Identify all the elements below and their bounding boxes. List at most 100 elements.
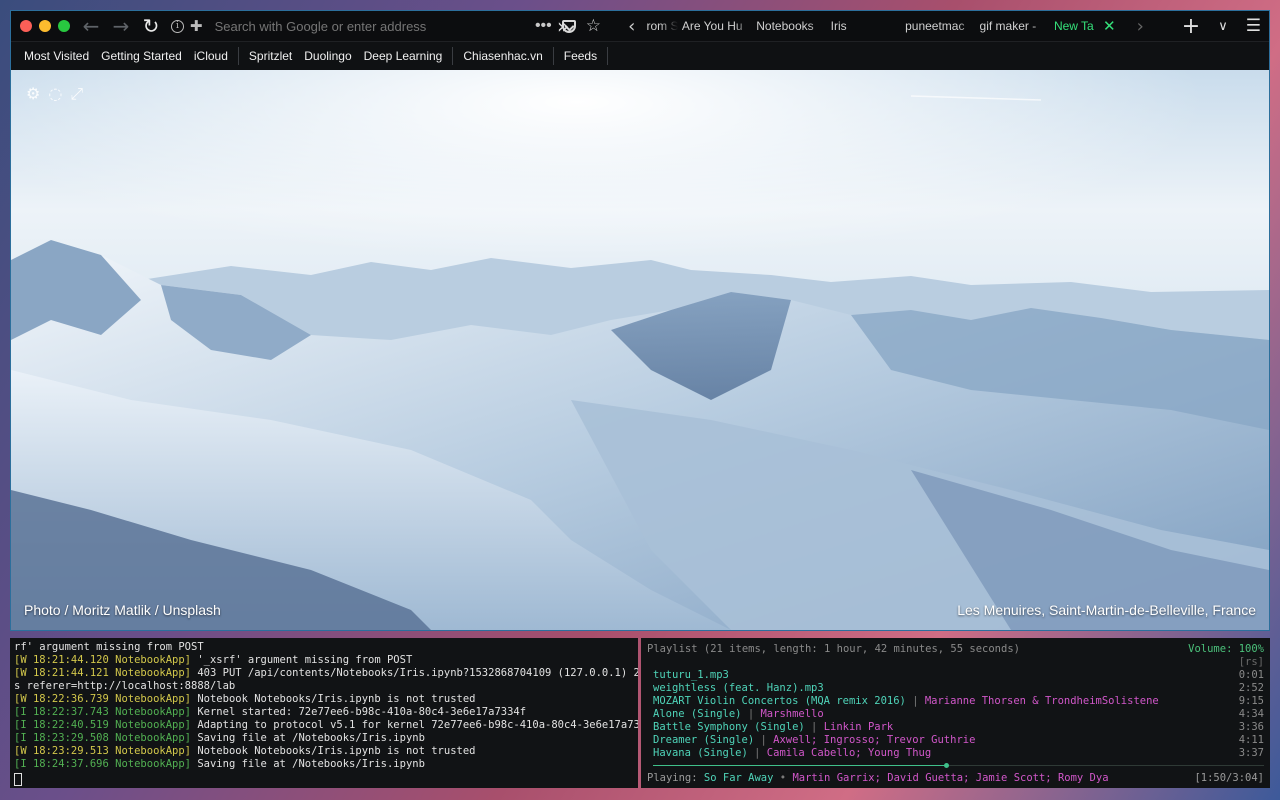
close-tab-icon[interactable]: ✕ [1103,17,1116,35]
forward-arrow-icon[interactable]: → [106,11,136,41]
bookmarks-toolbar: Most Visited Getting Started iCloud Spri… [11,41,1269,70]
tab-strip: ‹ rom So Are You Hu Notebooks Iris punee… [621,11,1151,41]
playlist-item[interactable]: MOZART Violin Concertos (MQA remix 2016)… [653,695,1264,708]
track-separator: | [754,734,774,746]
extension-puzzle-icon[interactable]: ✚ [190,17,203,35]
track-title: weightless (feat. Hanz).mp3 [653,682,824,694]
zoom-window-button[interactable] [58,20,70,32]
playlist-flags: [rs] [1238,656,1264,668]
log-line: [I 18:23:29.508 NotebookApp] Saving file… [14,732,634,745]
photo-credit-link[interactable]: Photo / Moritz Matlik / Unsplash [24,602,221,618]
playlist-item[interactable]: Alone (Single) | Marshmello 4:34 [653,708,1264,721]
bookmark-chiasenhac[interactable]: Chiasenhac.vn [457,47,548,65]
playing-label: Playing: [647,772,698,784]
track-artist: Axwell; Ingrosso; Trevor Guthrie [773,734,976,746]
tab-scroll-right-icon[interactable]: › [1130,16,1151,37]
bookmark-icloud[interactable]: iCloud [188,47,234,65]
track-artist: Marianne Thorsen & TrondheimSolistene [924,695,1159,707]
photo-controls: ⚙ ◌ ⤢ [26,84,83,104]
window-controls [20,20,70,32]
track-title: Alone (Single) [653,708,742,720]
settings-gear-icon[interactable]: ⚙ [26,84,40,104]
track-separator: | [741,708,761,720]
track-duration: 3:37 [1238,747,1264,759]
bookmark-duolingo[interactable]: Duolingo [298,47,357,65]
playlist-items: tuturu_1.mp3 0:01 weightless (feat. Hanz).… [653,669,1264,760]
reload-icon[interactable]: ↻ [136,11,166,41]
hamburger-menu-icon[interactable]: ☰ [1246,16,1261,36]
bookmark-getting-started[interactable]: Getting Started [95,47,188,65]
track-duration: 3:36 [1238,721,1264,733]
log-line: s referer=http://localhost:8888/lab [14,680,634,693]
info-icon[interactable]: i [171,19,184,33]
tab-active[interactable]: New Ta [1050,19,1099,33]
log-prefix: [I 18:24:37.696 NotebookApp] [14,758,192,770]
tab[interactable]: Notebooks [752,19,827,33]
address-bar: i ✚ ••• ☆ [171,14,601,38]
playlist-summary: Playlist (21 items, length: 1 hour, 42 m… [647,643,1020,655]
tab[interactable]: puneetmac [901,19,976,33]
bookmark-star-icon[interactable]: ☆ [586,16,601,36]
photo-location-link[interactable]: Les Menuires, Saint-Martin-de-Belleville… [957,602,1256,618]
now-playing-separator: • [779,772,787,784]
log-message: Saving file at /Notebooks/Iris.ipynb [191,758,425,770]
mountain-landscape-image [11,70,1269,630]
expand-fullscreen-icon[interactable]: ⤢ [70,84,83,104]
log-prefix: [W 18:21:44.120 NotebookApp] [14,654,192,666]
playlist-item[interactable]: Battle Symphony (Single) | Linkin Park 3:… [653,721,1264,734]
log-prefix: [I 18:22:40.519 NotebookApp] [14,719,192,731]
page-actions-dots-icon[interactable]: ••• [535,17,552,35]
bookmark-separator [552,47,554,65]
log-line: [W 18:22:36.739 NotebookApp] Notebook No… [14,693,634,706]
bookmark-most-visited[interactable]: Most Visited [18,47,95,65]
log-prefix: [W 18:21:44.121 NotebookApp] [14,667,192,679]
log-line: [W 18:23:29.513 NotebookApp] Notebook No… [14,745,634,758]
track-separator: | [747,747,767,759]
track-separator: | [905,695,925,707]
url-input[interactable] [214,18,529,34]
tab[interactable]: Are You Hu [678,19,753,33]
log-message: Notebook Notebooks/Iris.ipynb is not tru… [191,693,476,705]
playback-progress-knob[interactable] [944,763,950,768]
playback-progress-bar[interactable] [653,762,1264,768]
track-duration: 2:52 [1238,682,1264,694]
minimize-window-button[interactable] [39,20,51,32]
bookmark-feeds[interactable]: Feeds [558,47,603,65]
tab[interactable]: Iris [827,19,902,33]
tab[interactable]: gif maker - [976,19,1050,33]
playlist-item[interactable]: Dreamer (Single) | Axwell; Ingrosso; Tre… [653,734,1264,747]
bookmark-deep-learning[interactable]: Deep Learning [358,47,449,65]
log-message: 403 PUT /api/contents/Notebooks/Iris.ipy… [191,667,638,679]
jupyter-log-terminal[interactable]: rf' argument missing from POST [W 18:21:4… [10,638,638,788]
tab-list-chevron-icon[interactable]: ∨ [1218,19,1228,34]
log-message: Kernel started: 72e77ee6-b98c-410a-80c4-… [191,706,527,718]
log-line: [W 18:21:44.120 NotebookApp] '_xsrf' arg… [14,654,634,667]
track-duration: 9:15 [1238,695,1264,707]
track-artist: Marshmello [760,708,824,720]
bookmark-spritzlet[interactable]: Spritzlet [243,47,298,65]
log-message: rf' argument missing from POST [14,641,204,653]
log-line: [I 18:24:37.696 NotebookApp] Saving file… [14,758,634,771]
now-playing-title: So Far Away [703,772,774,784]
playback-time: [1:50/3:04] [1194,772,1264,784]
log-lines: rf' argument missing from POST [W 18:21:4… [14,641,638,771]
music-player-terminal[interactable]: Playlist (21 items, length: 1 hour, 42 m… [641,638,1270,788]
track-title: tuturu_1.mp3 [653,669,729,681]
log-message: '_xsrf' argument missing from POST [191,654,413,666]
playlist-item[interactable]: Havana (Single) | Camila Cabello; Young … [653,747,1264,760]
close-window-button[interactable] [20,20,32,32]
terminal-cursor [14,773,22,786]
log-message: Notebook Notebooks/Iris.ipynb is not tru… [191,745,476,757]
track-title: Battle Symphony (Single) [653,721,805,733]
tab-scroll-left-icon[interactable]: ‹ [621,16,642,37]
tab[interactable]: rom So [642,19,678,33]
overflow-chevron-icon[interactable]: » [557,11,569,41]
playlist-item[interactable]: weightless (feat. Hanz).mp3 2:52 [653,682,1264,695]
hide-eye-slash-icon[interactable]: ◌ [48,84,62,104]
track-title: Havana (Single) [653,747,748,759]
back-arrow-icon[interactable]: ← [76,11,106,41]
log-line: [I 18:22:37.743 NotebookApp] Kernel star… [14,706,634,719]
new-tab-plus-icon[interactable]: + [1182,14,1200,39]
playlist-item[interactable]: tuturu_1.mp3 0:01 [653,669,1264,682]
bookmark-separator [452,47,454,65]
